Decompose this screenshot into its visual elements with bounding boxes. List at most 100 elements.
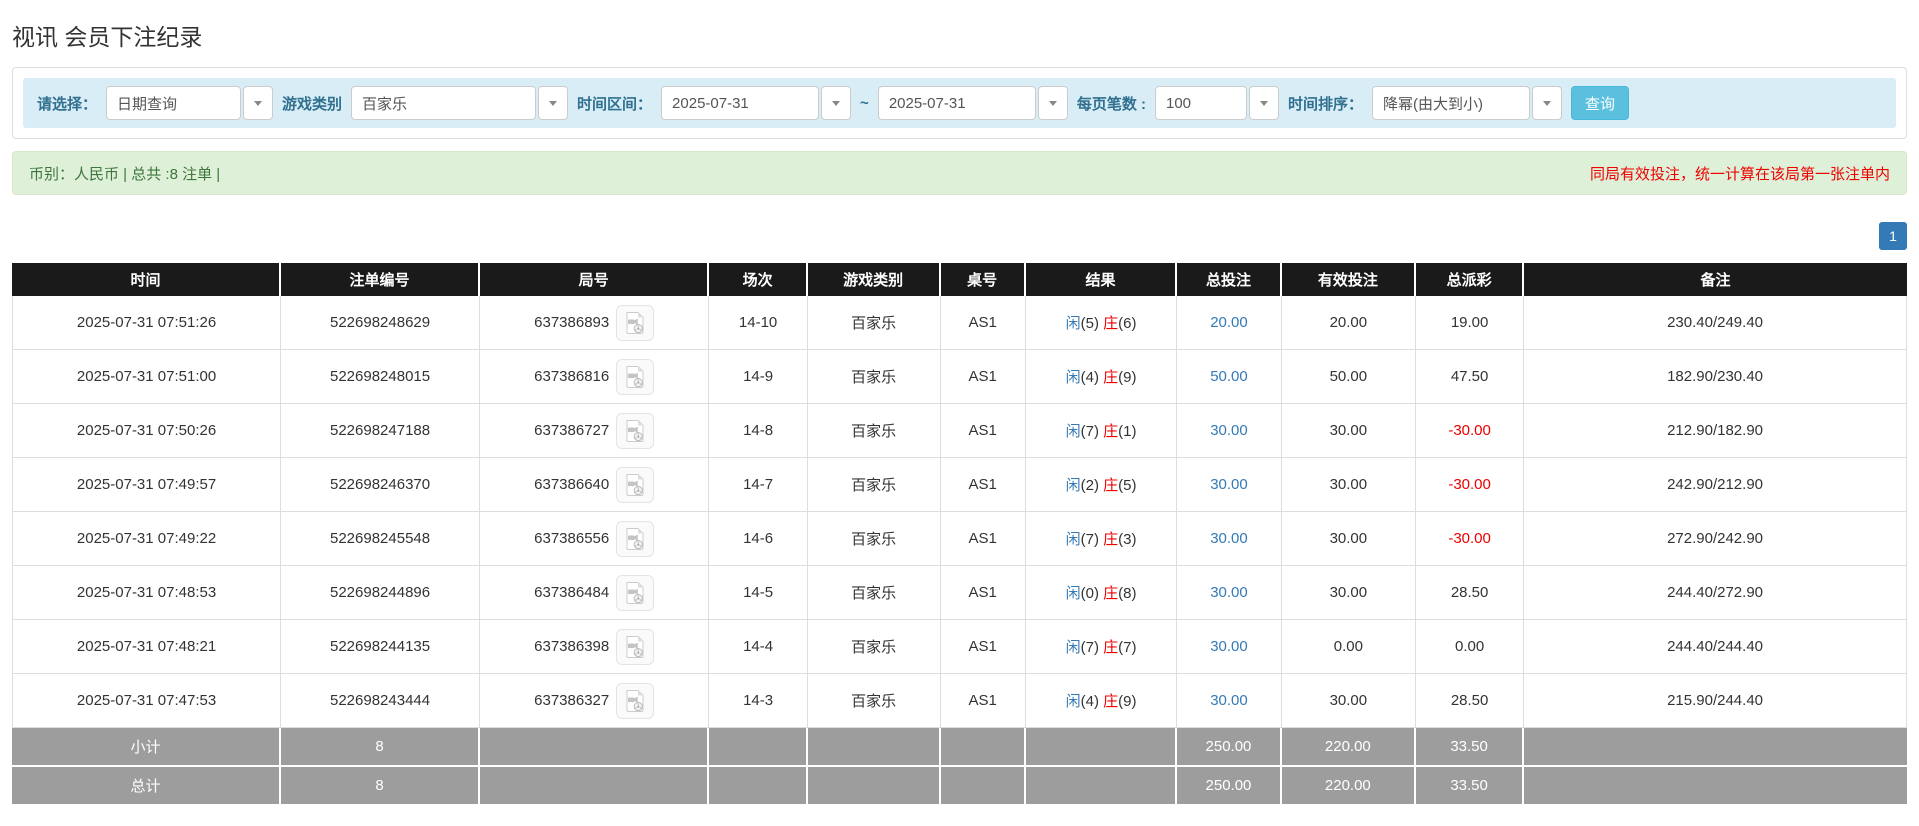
game-type-cell: 百家乐	[807, 296, 941, 350]
video-replay-icon	[626, 581, 644, 604]
game-type-cell: 百家乐	[807, 458, 941, 512]
video-replay-icon	[626, 365, 644, 388]
bet-id-cell: 522698247188	[281, 404, 481, 458]
total-bet-cell: 30.00	[1177, 404, 1282, 458]
session-cell: 14-9	[709, 350, 808, 404]
valid-bet-cell: 50.00	[1281, 350, 1417, 404]
sort-order-dropdown-button[interactable]	[1532, 86, 1562, 120]
empty-cell	[807, 767, 941, 806]
subtotal-total-bet: 250.00	[1177, 728, 1282, 767]
player-result-label: 闲	[1065, 531, 1081, 548]
empty-cell	[709, 767, 808, 806]
caret-down-icon	[254, 100, 263, 106]
column-header: 注单编号	[281, 263, 481, 296]
video-replay-button[interactable]	[616, 574, 655, 611]
game-type-label: 游戏类别	[282, 95, 343, 113]
total-bet-cell: 30.00	[1177, 620, 1282, 674]
video-replay-button[interactable]	[616, 358, 655, 395]
time-cell: 2025-07-31 07:48:53	[12, 566, 282, 620]
date-from-dropdown-button[interactable]	[821, 86, 852, 120]
player-result-score: (7)	[1080, 423, 1099, 440]
summary-notice: 同局有效投注，统一计算在该局第一张注单内	[1589, 165, 1890, 183]
video-replay-icon	[626, 419, 644, 442]
game-type-input[interactable]	[351, 86, 537, 120]
result-cell: 闲(5) 庄(6)	[1025, 296, 1178, 350]
date-to-dropdown-button[interactable]	[1037, 86, 1068, 120]
video-replay-icon	[626, 527, 644, 550]
bet-id-cell: 522698245548	[281, 512, 481, 566]
remark-cell: 242.90/212.90	[1524, 458, 1907, 512]
column-header: 场次	[709, 263, 808, 296]
summary-info: 币别：人民币 | 总共 :8 注单 |	[29, 165, 221, 183]
sort-order-input[interactable]	[1372, 86, 1530, 120]
sort-order-select	[1372, 86, 1562, 120]
session-cell: 14-4	[709, 620, 808, 674]
video-replay-button[interactable]	[616, 628, 655, 665]
grand-total-payout: 33.50	[1416, 767, 1525, 806]
player-result-label: 闲	[1065, 585, 1081, 602]
caret-down-icon	[1543, 100, 1551, 106]
session-cell: 14-6	[709, 512, 808, 566]
video-replay-button[interactable]	[616, 682, 655, 719]
column-header: 桌号	[940, 263, 1026, 296]
time-cell: 2025-07-31 07:51:26	[12, 296, 282, 350]
page-size-input[interactable]	[1154, 86, 1247, 120]
page: 视讯 会员下注纪录 请选择： 游戏类别 时间区间： ~ 每	[0, 0, 1919, 814]
player-result-score: (7)	[1080, 639, 1099, 656]
empty-cell	[940, 767, 1026, 806]
subtotal-count: 8	[281, 728, 481, 767]
column-header: 时间	[12, 263, 282, 296]
remark-cell: 212.90/182.90	[1524, 404, 1907, 458]
banker-result-label: 庄	[1103, 639, 1119, 656]
game-type-cell: 百家乐	[807, 674, 941, 728]
round-cell: 637386727	[480, 404, 710, 458]
banker-result-score: (8)	[1118, 585, 1137, 602]
empty-cell	[709, 728, 808, 767]
date-to-input[interactable]	[877, 86, 1036, 120]
session-cell: 14-8	[709, 404, 808, 458]
query-type-select	[106, 86, 274, 120]
game-type-cell: 百家乐	[807, 620, 941, 674]
grand-total-label: 总计	[12, 767, 282, 806]
remark-cell: 230.40/249.40	[1524, 296, 1907, 350]
game-type-dropdown-button[interactable]	[538, 86, 569, 120]
table-row: 2025-07-31 07:51:00 522698248015 637386816…	[12, 350, 1907, 404]
page-size-label: 每页笔数 :	[1076, 95, 1146, 113]
query-type-dropdown-button[interactable]	[243, 86, 274, 120]
column-header: 游戏类别	[807, 263, 941, 296]
video-replay-icon	[626, 473, 644, 496]
date-from-input[interactable]	[661, 86, 820, 120]
game-type-cell: 百家乐	[807, 566, 941, 620]
banker-result-score: (6)	[1118, 315, 1137, 332]
remark-cell: 215.90/244.40	[1524, 674, 1907, 728]
video-replay-button[interactable]	[616, 304, 655, 341]
page-size-dropdown-button[interactable]	[1248, 86, 1279, 120]
empty-cell	[1524, 767, 1907, 806]
search-button[interactable]: 查询	[1571, 86, 1630, 120]
column-header: 局号	[480, 263, 710, 296]
banker-result-score: (7)	[1118, 639, 1137, 656]
video-replay-button[interactable]	[616, 466, 655, 503]
table-body: 2025-07-31 07:51:26 522698248629 637386893…	[12, 296, 1907, 728]
valid-bet-cell: 30.00	[1281, 404, 1417, 458]
session-cell: 14-3	[709, 674, 808, 728]
video-replay-icon	[626, 689, 644, 712]
date-from-select	[661, 86, 852, 120]
empty-cell	[480, 728, 710, 767]
banker-result-label: 庄	[1103, 423, 1119, 440]
column-header: 总派彩	[1416, 263, 1525, 296]
round-cell: 637386327	[480, 674, 710, 728]
session-cell: 14-10	[709, 296, 808, 350]
filter-bar: 请选择： 游戏类别 时间区间： ~ 每页笔数 :	[23, 78, 1896, 128]
grand-total-valid-bet: 220.00	[1281, 767, 1417, 806]
empty-cell	[1524, 728, 1907, 767]
table-no-cell: AS1	[940, 620, 1026, 674]
caret-down-icon	[549, 100, 558, 106]
bet-id-cell: 522698248629	[281, 296, 481, 350]
time-cell: 2025-07-31 07:48:21	[12, 620, 282, 674]
page-1-button[interactable]: 1	[1879, 222, 1907, 250]
video-replay-button[interactable]	[616, 520, 655, 557]
date-to-select	[877, 86, 1068, 120]
query-type-input[interactable]	[106, 86, 242, 120]
video-replay-button[interactable]	[616, 412, 655, 449]
